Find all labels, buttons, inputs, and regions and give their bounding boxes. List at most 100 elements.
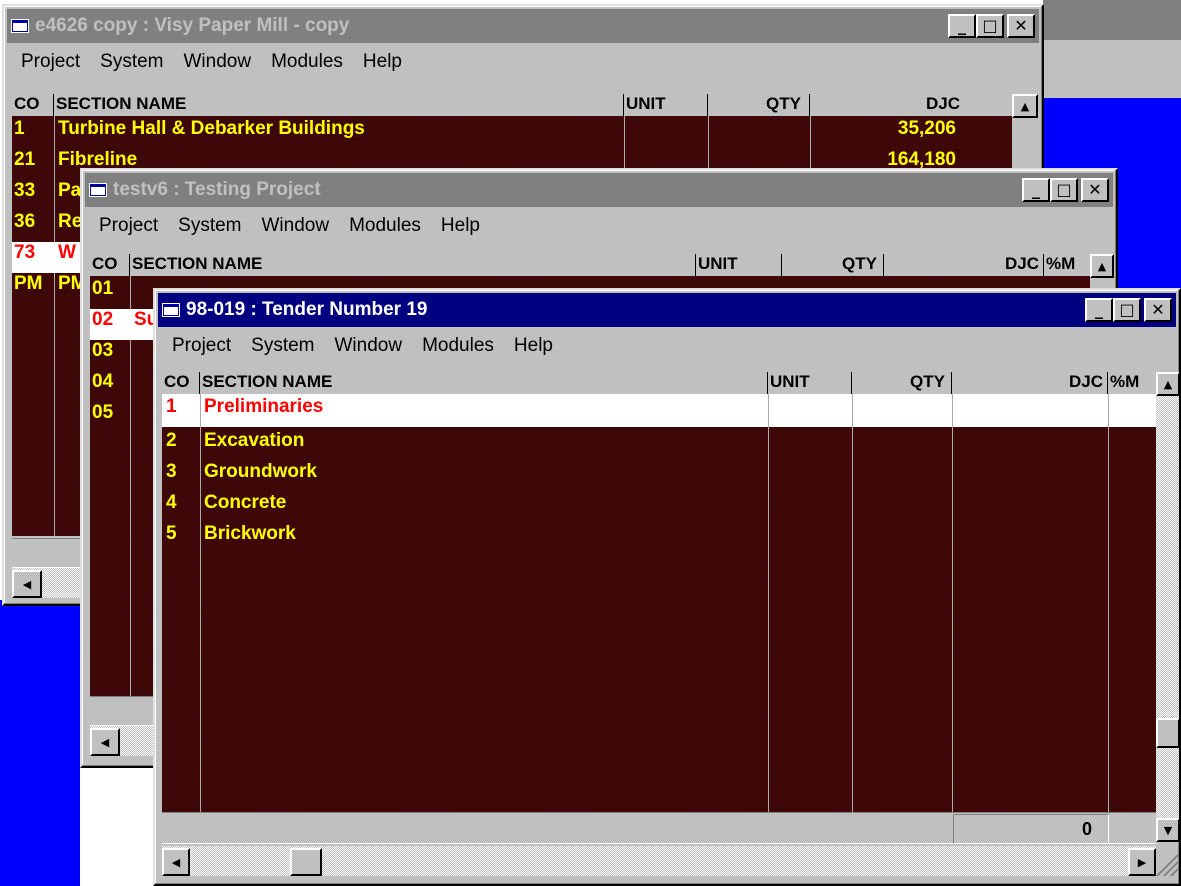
maximize-button[interactable]: □ — [1050, 178, 1078, 202]
column-qty[interactable]: QTY — [782, 254, 884, 276]
table-row[interactable]: 3 Groundwork — [162, 461, 762, 492]
column-co[interactable]: CO — [162, 372, 200, 394]
row-co: PM — [14, 273, 43, 294]
row-co: 5 — [166, 523, 177, 544]
table-row-selected[interactable]: 02 Su — [90, 309, 160, 340]
menu-help[interactable]: Help — [514, 335, 553, 357]
row-co: 02 — [92, 309, 114, 330]
column-unit[interactable]: UNIT — [696, 254, 782, 276]
total-djc: 0 — [953, 814, 1109, 844]
column-unit[interactable]: UNIT — [624, 94, 708, 116]
table-row[interactable]: 1 Turbine Hall & Debarker Buildings 35,2… — [12, 118, 1012, 149]
minimize-button[interactable]: _ — [948, 14, 976, 38]
column-section-name[interactable]: SECTION NAME — [54, 94, 624, 116]
grid-line — [768, 394, 769, 812]
menu-bar: Project System Window Modules Help — [7, 46, 1039, 78]
table-row[interactable]: 4 Concrete — [162, 492, 762, 523]
scroll-up-button[interactable]: ▲ — [1156, 372, 1179, 396]
row-section-name: Excavation — [204, 430, 305, 451]
desktop-background — [0, 600, 80, 886]
menu-window[interactable]: Window — [335, 335, 403, 357]
data-grid[interactable]: 1 Preliminaries 2 Excavation 3 Groundwor… — [162, 394, 1156, 812]
menu-project[interactable]: Project — [99, 215, 158, 237]
maximize-button[interactable]: □ — [1113, 298, 1141, 322]
window-icon[interactable] — [11, 19, 29, 33]
row-section-name: Brickwork — [204, 523, 296, 544]
table-row[interactable]: 5 Brickwork — [162, 523, 762, 554]
column-co[interactable]: CO — [90, 254, 130, 276]
window-title: 98-019 : Tender Number 19 — [186, 299, 428, 320]
close-button[interactable]: ✕ — [1144, 298, 1172, 322]
scroll-up-button[interactable]: ▲ — [1090, 254, 1114, 278]
grid-line — [952, 394, 953, 812]
window-title: testv6 : Testing Project — [113, 179, 321, 200]
row-co: 4 — [166, 492, 177, 513]
menu-bar: Project System Window Modules Help — [158, 330, 1176, 362]
window-titlebar[interactable]: 98-019 : Tender Number 19 _ □ ✕ — [158, 293, 1176, 327]
window-tender-number-19[interactable]: 98-019 : Tender Number 19 _ □ ✕ Project … — [153, 288, 1181, 886]
scroll-up-button[interactable]: ▲ — [1012, 94, 1038, 118]
menu-system[interactable]: System — [251, 335, 314, 357]
table-row[interactable]: 01 — [90, 278, 160, 309]
menu-modules[interactable]: Modules — [349, 215, 421, 237]
menu-project[interactable]: Project — [21, 51, 80, 73]
scroll-right-button[interactable]: ▶ — [1128, 848, 1156, 876]
menu-system[interactable]: System — [178, 215, 241, 237]
row-section-name: Turbine Hall & Debarker Buildings — [58, 118, 365, 139]
scroll-down-button[interactable]: ▼ — [1156, 818, 1179, 842]
row-co: 36 — [14, 211, 36, 232]
table-row[interactable]: 2 Excavation — [162, 430, 762, 461]
column-section-name[interactable]: SECTION NAME — [200, 372, 768, 394]
minimize-button[interactable]: _ — [1022, 178, 1050, 202]
column-percent-m[interactable]: %M — [1044, 254, 1090, 276]
column-qty[interactable]: QTY — [708, 94, 810, 116]
column-qty[interactable]: QTY — [852, 372, 952, 394]
row-section-name: Pa — [58, 180, 82, 201]
menu-help[interactable]: Help — [441, 215, 480, 237]
window-titlebar[interactable]: e4626 copy : Visy Paper Mill - copy _ □ … — [7, 9, 1039, 43]
column-djc[interactable]: DJC — [810, 94, 1010, 116]
row-co: 3 — [166, 461, 177, 482]
row-co: 33 — [14, 180, 36, 201]
minimize-button[interactable]: _ — [1085, 298, 1113, 322]
column-unit[interactable]: UNIT — [768, 372, 852, 394]
scroll-thumb[interactable] — [1156, 718, 1179, 748]
vertical-scrollbar[interactable] — [1156, 372, 1179, 842]
column-percent-m[interactable]: %M — [1108, 372, 1156, 394]
window-titlebar[interactable]: testv6 : Testing Project _ □ ✕ — [85, 173, 1113, 207]
column-djc[interactable]: DJC — [884, 254, 1044, 276]
row-co: 1 — [14, 118, 25, 139]
row-section-name: Groundwork — [204, 461, 317, 482]
menu-window[interactable]: Window — [184, 51, 252, 73]
row-co: 73 — [14, 242, 36, 263]
menu-modules[interactable]: Modules — [422, 335, 494, 357]
row-section-name: W — [58, 242, 76, 263]
column-co[interactable]: CO — [12, 94, 54, 116]
scroll-left-button[interactable]: ◀ — [90, 728, 120, 756]
row-section-name: Preliminaries — [204, 396, 324, 417]
column-header: CO SECTION NAME UNIT QTY DJC — [12, 94, 1012, 116]
row-co: 05 — [92, 402, 114, 423]
menu-help[interactable]: Help — [363, 51, 402, 73]
scroll-left-button[interactable]: ◀ — [162, 848, 190, 876]
column-section-name[interactable]: SECTION NAME — [130, 254, 696, 276]
table-row[interactable]: 05 — [90, 402, 160, 433]
scroll-left-button[interactable]: ◀ — [12, 570, 42, 598]
row-co: 21 — [14, 149, 36, 170]
window-icon[interactable] — [89, 183, 107, 197]
scroll-thumb-horizontal[interactable] — [290, 848, 322, 876]
menu-modules[interactable]: Modules — [271, 51, 343, 73]
close-button[interactable]: ✕ — [1007, 14, 1035, 38]
column-djc[interactable]: DJC — [952, 372, 1108, 394]
window-icon[interactable] — [162, 303, 180, 317]
table-row[interactable]: 04 — [90, 371, 160, 402]
close-button[interactable]: ✕ — [1081, 178, 1109, 202]
table-row-selected[interactable]: 1 Preliminaries — [162, 394, 1156, 427]
menu-project[interactable]: Project — [172, 335, 231, 357]
table-row[interactable]: 03 — [90, 340, 160, 371]
menu-system[interactable]: System — [100, 51, 163, 73]
resize-grip-icon[interactable] — [1156, 846, 1179, 876]
row-co: 03 — [92, 340, 114, 361]
maximize-button[interactable]: □ — [976, 14, 1004, 38]
menu-window[interactable]: Window — [262, 215, 330, 237]
